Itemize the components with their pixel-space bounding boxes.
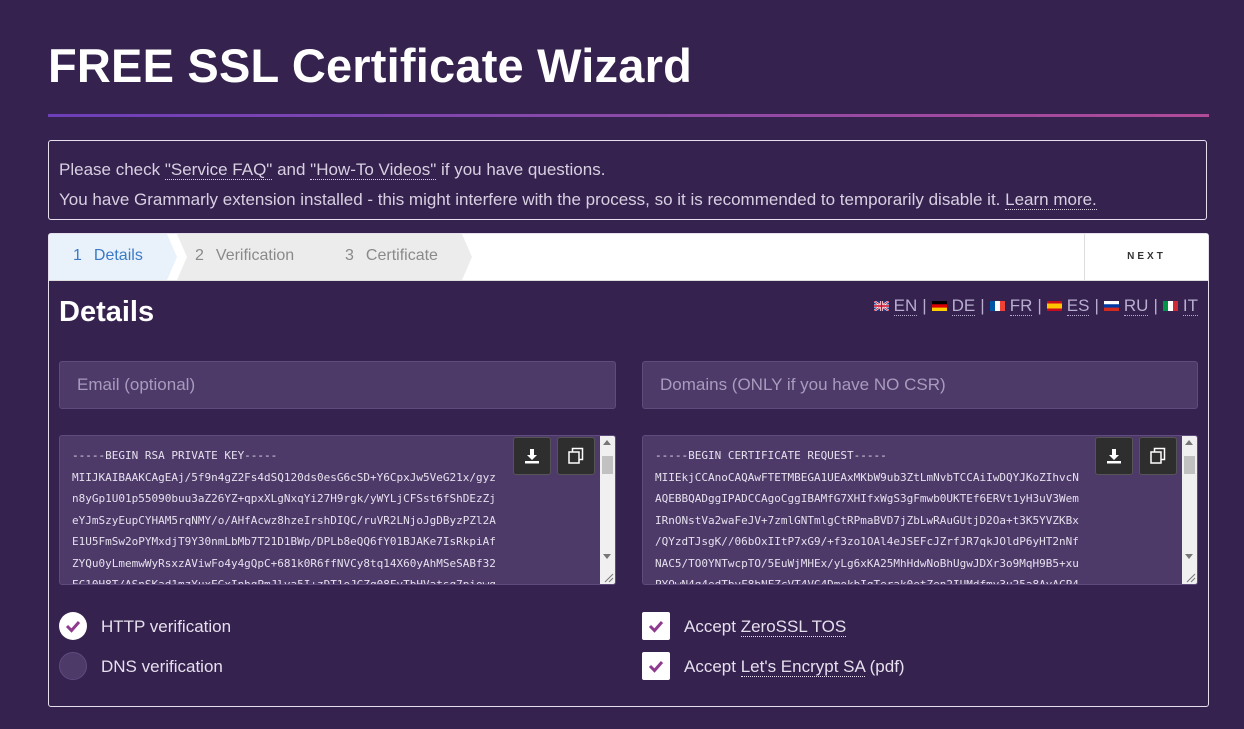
download-csr-button[interactable] [1095,437,1133,475]
scroll-down-arrow-icon[interactable] [1185,554,1193,559]
accept-zerossl-option[interactable]: Accept ZeroSSL TOS [642,612,942,642]
lang-en-link[interactable]: EN [893,296,918,316]
notice-text: if you have questions. [436,160,606,179]
notice-text: and [272,160,311,179]
accept-zerossl-checkbox[interactable] [642,612,670,640]
key-line: E1U5FmSw2oPYMxdjT9Y30nmLbMb7T21D1BWp/DPL… [72,535,496,548]
step-arrow [462,234,472,280]
csr-line: /QYzdTJsgK//06bOxIItP7xG9/+f3zo1OAl4eJSE… [655,535,1079,548]
lang-separator: | [922,296,927,315]
pdf-suffix: (pdf) [864,657,905,676]
step-label: Certificate [365,247,438,264]
step-number: 1 [73,247,82,264]
it-flag-icon [1162,301,1178,311]
key-line: n8yGp1U01p55090buu3aZ26YZ+qpxXLgNxqYi27H… [72,492,496,505]
step-number: 2 [195,247,204,264]
language-switcher: EN | DE | FR | ES | RU | IT [873,296,1198,316]
download-icon [525,449,539,464]
copy-icon [568,447,584,464]
copy-icon [1150,447,1166,464]
notice-text: Please check [59,160,165,179]
ru-flag-icon [1103,301,1119,311]
step-arrow [167,234,177,280]
service-faq-link[interactable]: "Service FAQ" [164,160,273,180]
scrollbar-thumb[interactable] [1184,456,1195,474]
letsencrypt-sa-link[interactable]: Let's Encrypt SA [740,657,865,677]
step-arrow [177,234,187,280]
scrollbar[interactable] [600,436,615,584]
checkmark-icon [65,621,81,633]
lang-de-link[interactable]: DE [951,296,976,316]
section-title: Details [59,296,155,328]
http-verification-radio[interactable] [59,612,87,640]
step-details[interactable]: 1 Details [49,234,167,280]
step-certificate[interactable]: 3 Certificate [327,234,462,280]
scrollbar[interactable] [1182,436,1197,584]
csr-line: NAC5/TO0YNTwcpTO/5EuWjMHEx/yLg6xKA25MhHd… [655,556,1079,570]
learn-more-link[interactable]: Learn more. [1005,190,1097,210]
download-key-button[interactable] [513,437,551,475]
domains-input[interactable]: Domains (ONLY if you have NO CSR) [642,361,1198,409]
checkmark-icon [648,621,664,633]
page-title: FREE SSL Certificate Wizard [48,39,692,92]
accept-letsencrypt-checkbox[interactable] [642,652,670,680]
key-line: eYJmSzyEupCYHAM5rqNMY/o/AHfAcwz8hzeIrshD… [72,513,496,527]
copy-key-button[interactable] [557,437,595,475]
notice-line-2: You have Grammarly extension installed -… [59,185,1196,215]
accept-prefix: Accept [684,617,741,636]
lang-ru-link[interactable]: RU [1123,296,1149,316]
how-to-videos-link[interactable]: "How-To Videos" [310,160,437,180]
lang-separator: | [1094,296,1099,315]
lang-separator: | [1037,296,1042,315]
csr-line: IRnONstVa2waFeJV+7zmlGNTmlgCtRPmaBVD7jZb… [655,513,1079,527]
scroll-up-arrow-icon[interactable] [1185,440,1193,445]
title-divider [48,114,1209,117]
accept-prefix: Accept [684,657,741,676]
resize-handle-icon[interactable] [602,571,614,583]
lang-separator: | [980,296,985,315]
lang-it-link[interactable]: IT [1182,296,1198,316]
lang-separator: | [1153,296,1158,315]
key-line: ZYQu0yLmemwWyRsxzAViwFo4y4gQpC+681k0R6ff… [72,556,496,570]
accept-letsencrypt-label: Accept Let's Encrypt SA (pdf) [684,652,905,682]
zerossl-tos-link[interactable]: ZeroSSL TOS [740,617,847,637]
step-arrow [327,234,337,280]
fr-flag-icon [989,301,1005,311]
scrollbar-thumb[interactable] [602,456,613,474]
csr-line: PYOwN4q4edTbvF8bNFZcVT4VG4DmokbIgTerak0e… [655,578,1079,585]
private-key-textarea[interactable]: -----BEGIN RSA PRIVATE KEY----- MIIJKAIBA… [59,435,616,585]
next-button[interactable]: NEXT [1084,234,1208,280]
es-flag-icon [1046,301,1062,311]
dns-verification-option[interactable]: DNS verification [59,652,309,682]
grammarly-warning-text: You have Grammarly extension installed -… [59,190,1006,209]
uk-flag-icon [873,301,889,311]
accept-letsencrypt-option[interactable]: Accept Let's Encrypt SA (pdf) [642,652,942,682]
dns-verification-label: DNS verification [101,657,223,676]
notice-line-1: Please check "Service FAQ" and "How-To V… [59,155,1196,185]
lang-fr-link[interactable]: FR [1009,296,1033,316]
csr-line: AQEBBQADggIPADCCAgoCggIBAMfG7XHIfxWgS3gF… [655,492,1079,505]
step-label: Verification [215,247,295,264]
lang-es-link[interactable]: ES [1066,296,1090,316]
wizard-panel: 1 Details 2 Verification 3 Certificate NEXT… [48,233,1209,707]
http-verification-option[interactable]: HTTP verification [59,612,309,642]
step-number: 3 [345,247,354,264]
email-input[interactable]: Email (optional) [59,361,616,409]
wizard-steps: 1 Details 2 Verification 3 Certificate NEXT [49,234,1208,281]
notice-box: Please check "Service FAQ" and "How-To V… [48,140,1207,220]
step-label: Details [93,247,143,264]
de-flag-icon [931,301,947,311]
dns-verification-radio[interactable] [59,652,87,680]
csr-textarea[interactable]: -----BEGIN CERTIFICATE REQUEST----- MIIEk… [642,435,1198,585]
http-verification-label: HTTP verification [101,617,232,636]
key-line: EC10H8T/ASnSKad1mzYuxEGxInhqPmJlva5I+zDT… [72,578,496,585]
scroll-up-arrow-icon[interactable] [603,440,611,445]
checkmark-icon [648,661,664,673]
copy-csr-button[interactable] [1139,437,1177,475]
step-verification[interactable]: 2 Verification [177,234,327,280]
accept-zerossl-label: Accept ZeroSSL TOS [684,612,847,642]
download-icon [1107,449,1121,464]
resize-handle-icon[interactable] [1184,571,1196,583]
scroll-down-arrow-icon[interactable] [603,554,611,559]
